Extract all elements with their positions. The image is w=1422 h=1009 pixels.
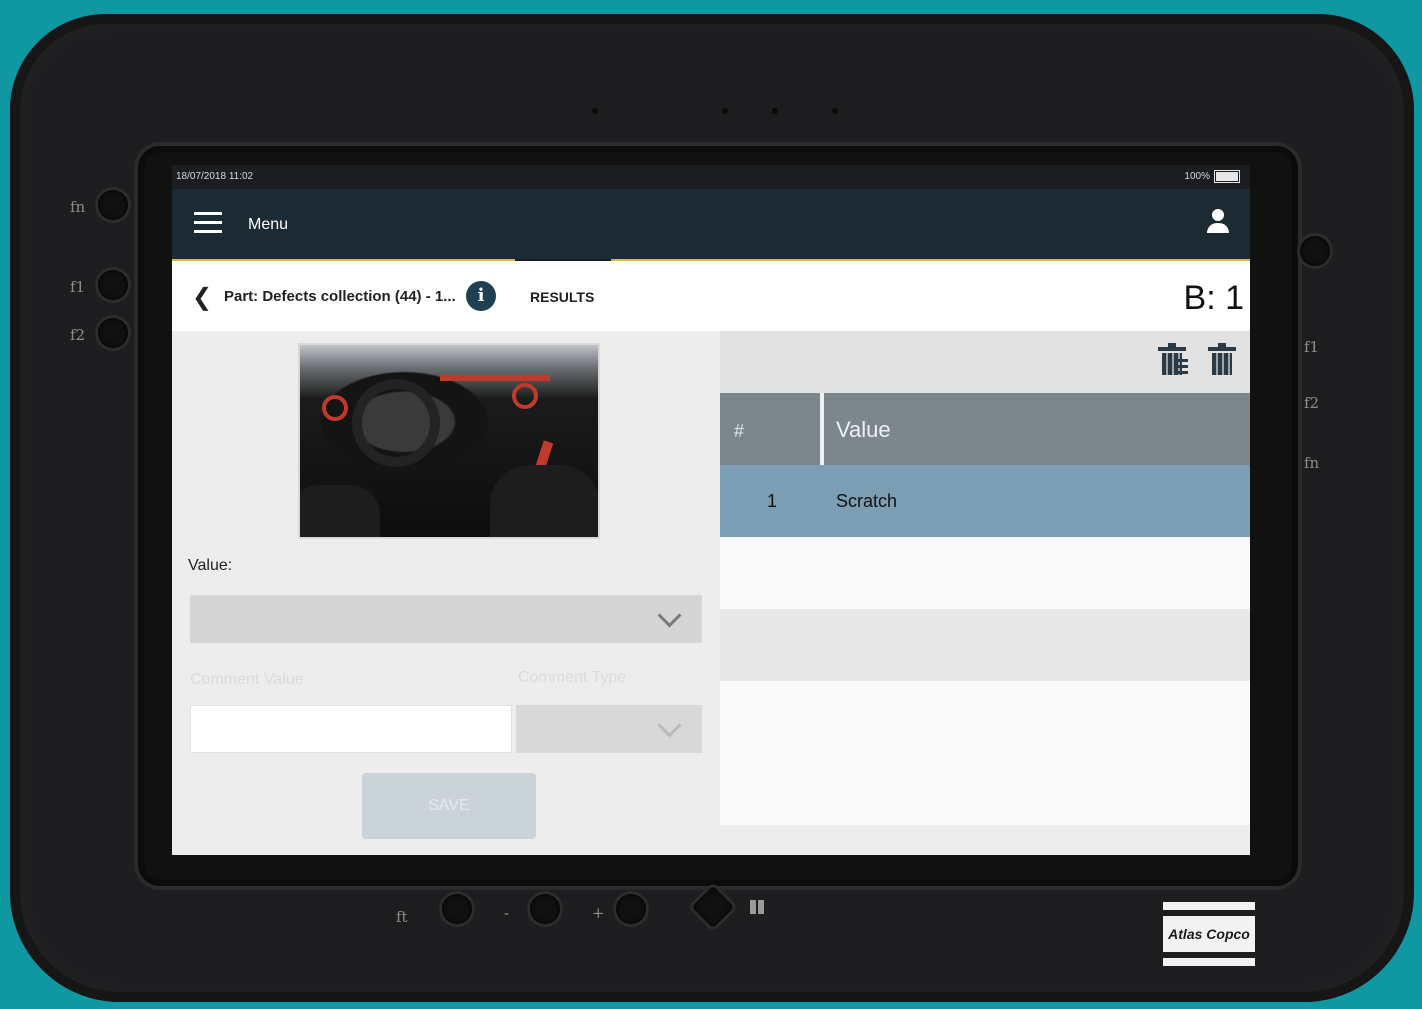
- value-dropdown[interactable]: [190, 595, 702, 643]
- hw-label-f2-left: f2: [70, 326, 86, 344]
- empty-row: [720, 609, 1250, 681]
- tab-results[interactable]: RESULTS: [530, 289, 594, 305]
- menu-label[interactable]: Menu: [248, 216, 288, 234]
- sensor-dot: [722, 108, 728, 114]
- user-icon[interactable]: [1206, 209, 1230, 235]
- hamburger-icon[interactable]: [194, 212, 222, 234]
- part-photo: [298, 343, 600, 539]
- part-title: Part: Defects collection (44) - 1...: [224, 288, 456, 305]
- hw-button-ft[interactable]: [442, 894, 472, 924]
- hw-button-f2-left[interactable]: [98, 318, 128, 348]
- hw-label-ft: ft: [396, 908, 408, 926]
- sensor-dot: [592, 108, 598, 114]
- hw-button-f1-left[interactable]: [98, 270, 128, 300]
- hw-label-volume-down: -: [504, 904, 510, 922]
- save-button[interactable]: SAVE: [362, 773, 536, 839]
- empty-row: [720, 537, 1250, 609]
- hw-label-volume-up: +: [592, 904, 605, 922]
- battery-icon: [1214, 170, 1240, 183]
- hw-button-windows[interactable]: [691, 885, 735, 929]
- hw-button-volume-down[interactable]: [530, 894, 560, 924]
- hw-label-f1-right: f1: [1304, 338, 1320, 356]
- hw-label-f2-right: f2: [1304, 394, 1320, 412]
- row-value: Scratch: [836, 491, 898, 511]
- comment-value-label: Comment Value: [190, 671, 304, 688]
- app-bar: Menu: [172, 189, 1250, 261]
- battery-indicator: 100%: [1184, 170, 1240, 183]
- table-header: # Value: [720, 393, 1250, 465]
- column-header-value: Value: [836, 417, 891, 442]
- trash-icon[interactable]: [1208, 343, 1236, 375]
- sensor-dot: [832, 108, 838, 114]
- info-icon[interactable]: i: [466, 281, 496, 311]
- hw-label-f1-left: f1: [70, 278, 86, 296]
- comment-type-dropdown[interactable]: [516, 705, 702, 753]
- status-bar: 18/07/2018 11:02 100%: [172, 165, 1250, 189]
- chevron-left-icon[interactable]: ❮: [192, 283, 212, 311]
- comment-value-input[interactable]: [190, 705, 512, 753]
- empty-row: [720, 753, 1250, 825]
- hw-button-fn-left[interactable]: [98, 190, 128, 220]
- atlas-copco-logo: Atlas Copco: [1163, 902, 1255, 966]
- empty-row: [720, 681, 1250, 753]
- status-datetime: 18/07/2018 11:02: [176, 171, 254, 182]
- hw-label-fn-left: fn: [70, 198, 86, 216]
- hw-button-volume-up[interactable]: [616, 894, 646, 924]
- trash-multiple-icon[interactable]: [1158, 343, 1188, 375]
- windows-icon: [750, 900, 764, 914]
- chevron-down-icon: [657, 713, 682, 738]
- app-screen: 18/07/2018 11:02 100% Menu ❮ Part: Defec…: [172, 165, 1250, 855]
- camera-dot: [772, 108, 778, 114]
- results-table: # Value 1 Scratch: [720, 393, 1250, 825]
- value-label: Value:: [188, 557, 233, 574]
- hw-label-fn-right: fn: [1304, 454, 1320, 472]
- comment-type-label: Comment Type: [518, 669, 627, 686]
- batch-counter: B: 1: [1183, 279, 1244, 317]
- table-row[interactable]: 1 Scratch: [720, 465, 1250, 537]
- battery-percent: 100%: [1184, 171, 1210, 182]
- part-toolbar: ❮ Part: Defects collection (44) - 1... i…: [172, 261, 1250, 331]
- column-header-index: #: [720, 393, 824, 465]
- hw-button-power[interactable]: [1300, 236, 1330, 266]
- chevron-down-icon: [657, 603, 682, 628]
- row-index: 1: [766, 491, 777, 511]
